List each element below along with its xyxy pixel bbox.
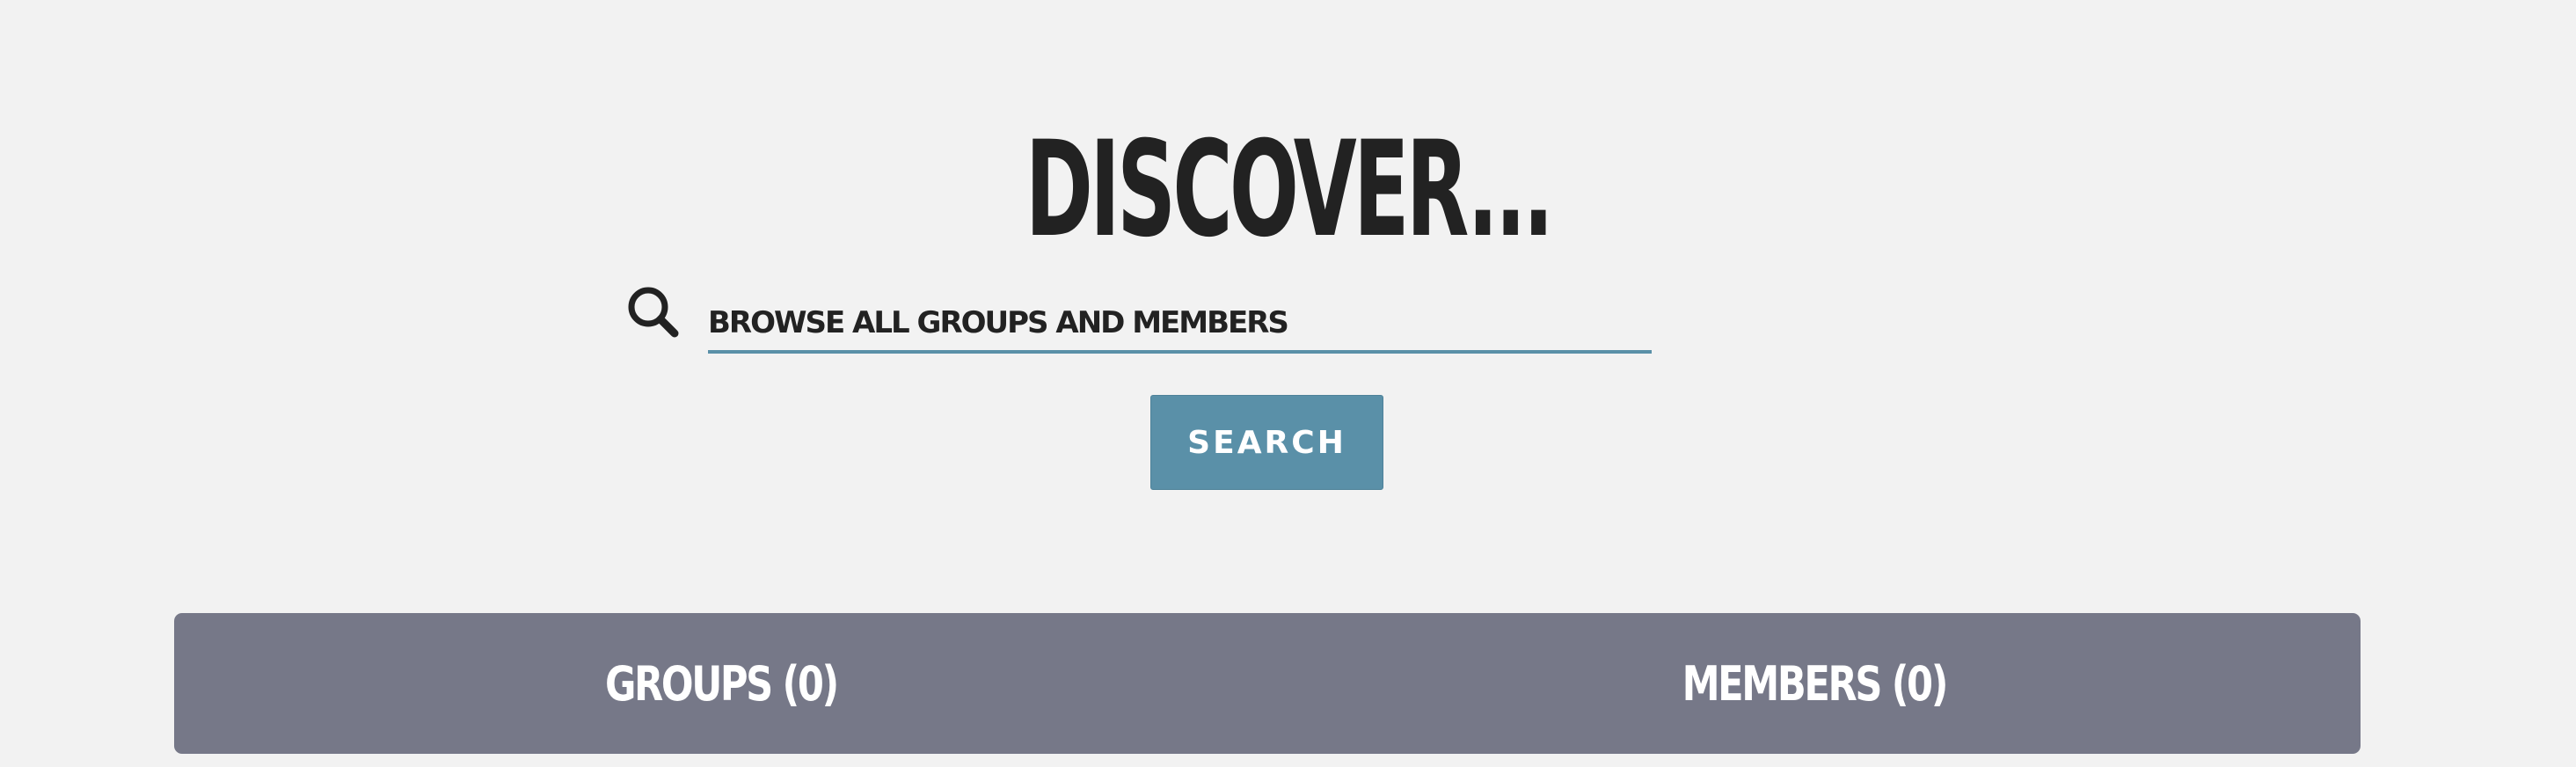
- tab-groups[interactable]: GROUPS (0): [174, 613, 1267, 754]
- search-button[interactable]: SEARCH: [1150, 395, 1383, 490]
- tab-members[interactable]: MEMBERS (0): [1267, 613, 2361, 754]
- tab-members-label: MEMBERS (0): [1682, 655, 1948, 712]
- page-title: DISCOVER...: [1025, 113, 1554, 267]
- search-input[interactable]: [708, 280, 1652, 354]
- tab-groups-label: GROUPS (0): [604, 655, 839, 712]
- search-icon: [626, 285, 681, 340]
- results-tabs: GROUPS (0) MEMBERS (0): [174, 613, 2361, 754]
- search-bar: [626, 280, 1907, 359]
